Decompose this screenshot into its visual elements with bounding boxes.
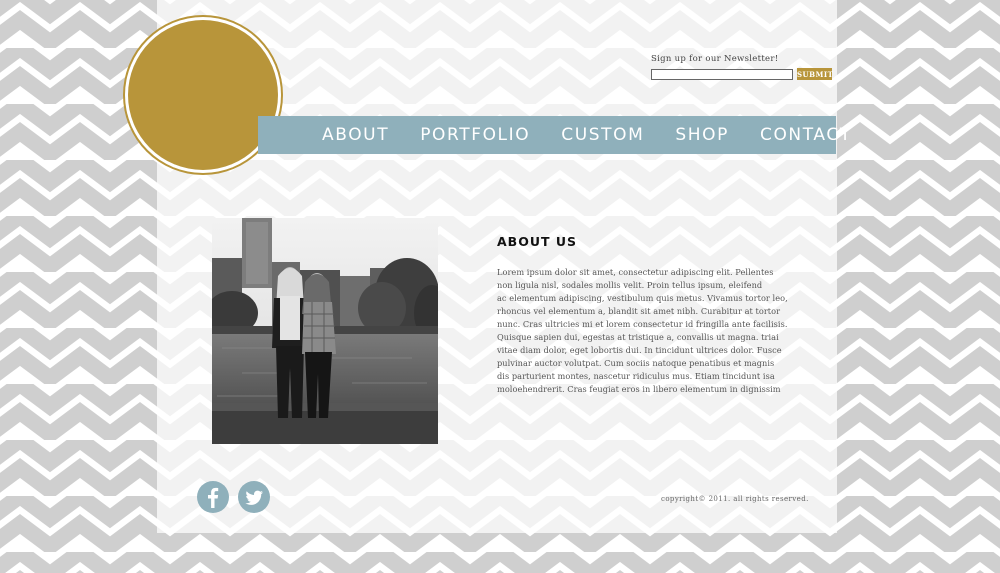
about-line: non ligula nisl, sodales mollis velit. P… — [497, 280, 763, 290]
newsletter-email-input[interactable] — [651, 68, 793, 80]
twitter-icon — [245, 490, 263, 505]
about-line: vitae diam dolor, eget lobortis dui. In … — [497, 345, 782, 355]
copyright-text: copyright© 2011. all rights reserved. — [661, 495, 809, 503]
nav-item-about[interactable]: ABOUT — [322, 125, 389, 145]
about-line: pulvinar auctor volutpat. Cum sociis nat… — [497, 358, 775, 368]
about-line: Lorem ipsum dolor sit amet, consectetur … — [497, 267, 774, 277]
about-line: nunc. Cras ultricies mi et lorem consect… — [497, 319, 788, 329]
about-line: moloehendrerit. Cras feugiat eros in lib… — [497, 384, 781, 394]
facebook-link[interactable] — [197, 481, 229, 513]
about-line: dis parturient montes, nascetur ridiculu… — [497, 371, 775, 381]
newsletter-submit-button[interactable]: SUBMIT — [797, 68, 833, 80]
about-line: rhoncus vel elementum a, blandit sit ame… — [497, 306, 781, 316]
about-photo — [212, 218, 438, 444]
photo-illustration — [212, 218, 438, 444]
about-line: ac elementum adipiscing, vestibulum quis… — [497, 293, 788, 303]
nav-item-contact[interactable]: CONTACT — [760, 125, 852, 145]
about-title: ABOUT US — [497, 234, 578, 249]
facebook-icon — [208, 487, 219, 508]
logo-circle[interactable] — [128, 20, 278, 170]
newsletter-label: Sign up for our Newsletter! — [651, 54, 779, 64]
nav-item-custom[interactable]: CUSTOM — [561, 125, 644, 145]
nav-item-shop[interactable]: SHOP — [675, 125, 729, 145]
nav-item-portfolio[interactable]: PORTFOLIO — [420, 125, 530, 145]
twitter-link[interactable] — [238, 481, 270, 513]
about-line: Quisque sapien dui, egestas at tristique… — [497, 332, 779, 342]
newsletter-signup: Sign up for our Newsletter! SUBMIT — [651, 54, 836, 80]
main-nav: ABOUT PORTFOLIO CUSTOM SHOP CONTACT — [258, 116, 850, 154]
newsletter-row: SUBMIT — [651, 68, 836, 80]
about-body: Lorem ipsum dolor sit amet, consectetur … — [497, 266, 788, 396]
